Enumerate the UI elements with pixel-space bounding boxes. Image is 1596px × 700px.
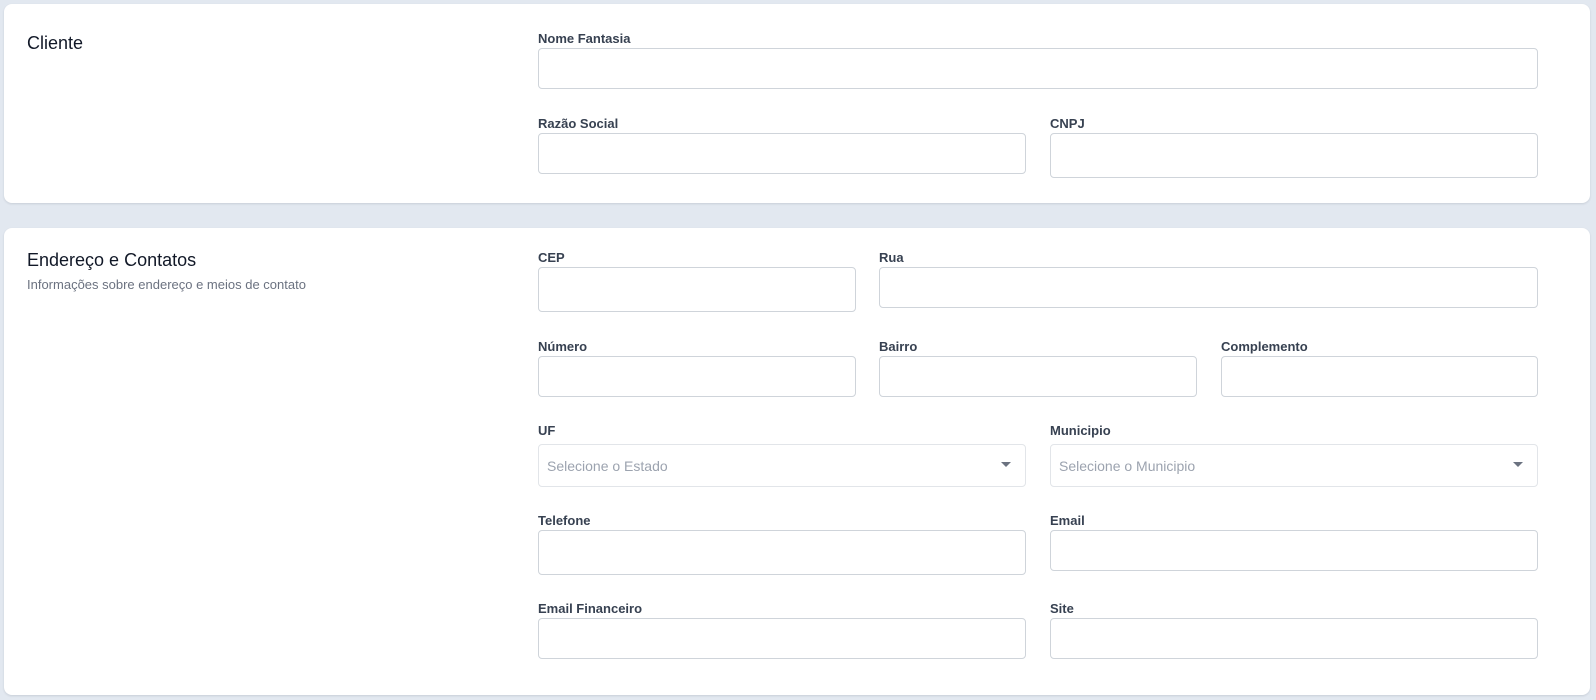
municipio-select-placeholder: Selecione o Municipio [1059, 458, 1196, 474]
cep-label: CEP [538, 250, 565, 265]
endereco-section-subtitle: Informações sobre endereço e meios de co… [27, 277, 306, 292]
cnpj-label: CNPJ [1050, 116, 1085, 131]
rua-input[interactable] [879, 267, 1538, 308]
uf-select[interactable]: Selecione o Estado [538, 444, 1026, 487]
cliente-card: Cliente Nome Fantasia Razão Social CNPJ [4, 4, 1590, 203]
email-label: Email [1050, 513, 1085, 528]
chevron-down-icon [1513, 462, 1523, 467]
bairro-input[interactable] [879, 356, 1197, 397]
email-financeiro-label: Email Financeiro [538, 601, 643, 616]
complemento-label: Complemento [1221, 339, 1308, 354]
cep-input[interactable] [538, 267, 856, 312]
bairro-label: Bairro [879, 339, 918, 354]
nome-fantasia-label: Nome Fantasia [538, 31, 631, 46]
endereco-section-title: Endereço e Contatos [27, 250, 197, 270]
uf-select-placeholder: Selecione o Estado [547, 458, 668, 474]
telefone-label: Telefone [538, 513, 591, 528]
chevron-down-icon [1001, 462, 1011, 467]
numero-label: Número [538, 339, 588, 354]
uf-label: UF [538, 423, 556, 438]
site-input[interactable] [1050, 618, 1538, 659]
razao-social-input[interactable] [538, 133, 1026, 174]
email-input[interactable] [1050, 530, 1538, 571]
nome-fantasia-input[interactable] [538, 48, 1538, 89]
complemento-input[interactable] [1221, 356, 1538, 397]
telefone-input[interactable] [538, 530, 1026, 575]
endereco-card: Endereço e Contatos Informações sobre en… [4, 228, 1590, 695]
email-financeiro-input[interactable] [538, 618, 1026, 659]
cliente-section-title: Cliente [27, 33, 84, 53]
site-label: Site [1050, 601, 1074, 616]
municipio-label: Municipio [1050, 423, 1111, 438]
municipio-select[interactable]: Selecione o Municipio [1050, 444, 1538, 487]
razao-social-label: Razão Social [538, 116, 619, 131]
rua-label: Rua [879, 250, 904, 265]
cnpj-input[interactable] [1050, 133, 1538, 178]
numero-input[interactable] [538, 356, 856, 397]
